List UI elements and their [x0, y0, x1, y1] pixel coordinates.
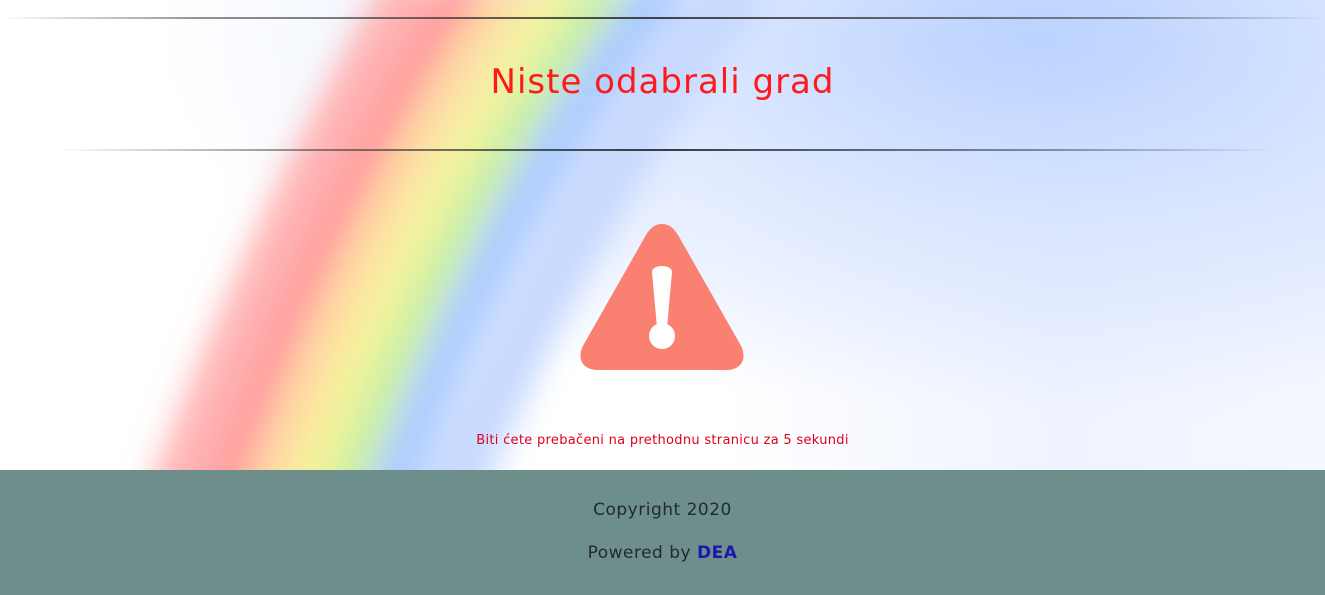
footer — [0, 470, 1325, 595]
title-divider — [55, 149, 1275, 151]
copyright-text: Copyright 2020 — [593, 500, 732, 520]
redirect-message: Biti ćete prebačeni na prethodnu stranic… — [476, 433, 849, 448]
dea-link[interactable]: DEA — [697, 543, 737, 563]
powered-by-line: Powered by DEA — [0, 543, 1325, 563]
page-title: Niste odabrali grad — [490, 62, 835, 102]
powered-by-label: Powered by — [587, 543, 698, 563]
warning-icon — [580, 224, 744, 370]
page: Niste odabrali grad Biti ćete prebačeni … — [0, 0, 1325, 595]
top-divider — [0, 17, 1325, 19]
